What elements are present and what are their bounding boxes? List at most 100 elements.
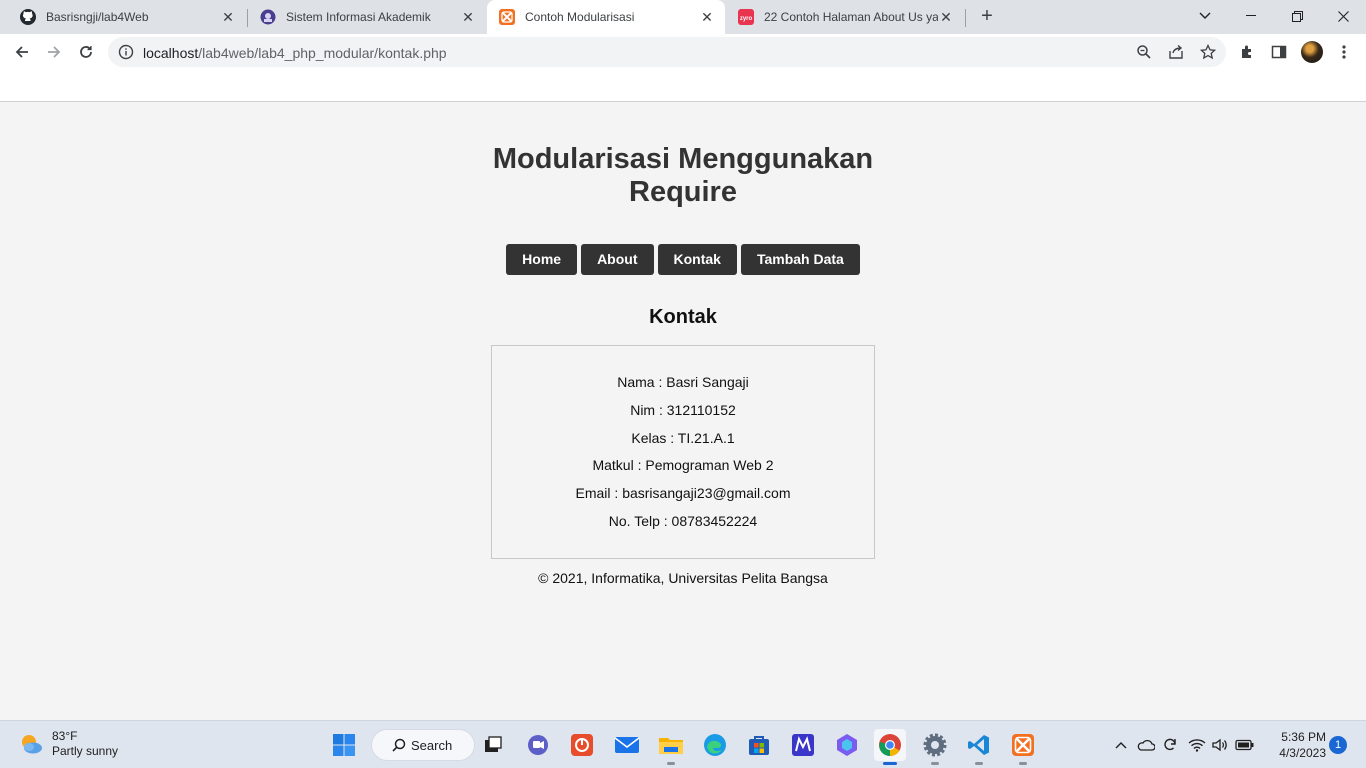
tab-title: 22 Contoh Halaman About Us ya bbox=[764, 10, 938, 24]
task-view-button[interactable] bbox=[477, 729, 509, 761]
notification-badge[interactable]: 1 bbox=[1329, 736, 1347, 754]
running-indicator bbox=[883, 762, 897, 765]
menu-home[interactable]: Home bbox=[506, 244, 578, 275]
app-m-icon bbox=[792, 734, 814, 756]
vscode-icon bbox=[968, 735, 989, 755]
extensions-icon[interactable] bbox=[1237, 42, 1257, 62]
search-label: Search bbox=[411, 737, 453, 753]
taskbar-app-red[interactable] bbox=[566, 729, 598, 761]
info-icon[interactable] bbox=[118, 44, 134, 60]
tab-github[interactable]: Basrisngji/lab4Web ✕ bbox=[8, 0, 246, 34]
hexagon-app-icon bbox=[837, 734, 857, 756]
page-title: Modularisasi Menggunakan Require bbox=[492, 143, 874, 208]
sync-icon bbox=[1164, 738, 1176, 751]
tab-siakad[interactable]: Sistem Informasi Akademik ✕ bbox=[248, 0, 486, 34]
forward-button[interactable] bbox=[40, 38, 68, 66]
tray-onedrive[interactable] bbox=[1136, 735, 1156, 755]
bookmark-bar-area bbox=[0, 70, 1366, 102]
taskbar-app-purple[interactable] bbox=[787, 729, 819, 761]
taskbar-copilot[interactable] bbox=[831, 729, 863, 761]
more-menu-icon[interactable] bbox=[1334, 42, 1354, 62]
browser-toolbar: localhost/lab4web/lab4_php_modular/konta… bbox=[0, 34, 1366, 70]
search-icon bbox=[392, 738, 406, 752]
main-menu: Home About Kontak Tambah Data bbox=[0, 244, 1366, 275]
side-panel-icon[interactable] bbox=[1269, 42, 1289, 62]
xampp-icon bbox=[499, 9, 515, 25]
tab-zyro[interactable]: zyro 22 Contoh Halaman About Us ya ✕ bbox=[726, 0, 964, 34]
chevron-up-icon bbox=[1115, 742, 1127, 749]
running-indicator bbox=[667, 762, 675, 765]
clock-time: 5:36 PM bbox=[1281, 730, 1326, 744]
address-bar[interactable]: localhost/lab4web/lab4_php_modular/konta… bbox=[108, 37, 1226, 67]
star-icon[interactable] bbox=[1200, 44, 1216, 60]
partly-sunny-icon bbox=[22, 735, 42, 754]
close-icon[interactable]: ✕ bbox=[460, 9, 476, 25]
page-content: Modularisasi Menggunakan Require Home Ab… bbox=[0, 103, 1366, 720]
minimize-icon bbox=[1246, 15, 1256, 16]
zyro-icon: zyro bbox=[738, 9, 754, 25]
taskbar-file-explorer[interactable] bbox=[655, 729, 687, 765]
restore-button[interactable] bbox=[1274, 0, 1320, 32]
taskbar-search[interactable]: Search bbox=[371, 729, 475, 761]
weather-widget[interactable]: 83°F Partly sunny bbox=[18, 729, 118, 759]
start-button[interactable] bbox=[328, 729, 360, 761]
tray-overflow-button[interactable] bbox=[1111, 735, 1131, 755]
minimize-button[interactable] bbox=[1228, 0, 1274, 32]
wifi-icon bbox=[1188, 739, 1206, 752]
tab-title: Basrisngji/lab4Web bbox=[46, 10, 149, 24]
close-icon[interactable]: ✕ bbox=[938, 9, 954, 25]
close-icon[interactable]: ✕ bbox=[220, 9, 236, 25]
chevron-down-icon bbox=[1199, 12, 1211, 19]
taskbar-mail[interactable] bbox=[611, 729, 643, 761]
contact-nama: Nama : Basri Sangaji bbox=[617, 374, 749, 390]
zoom-icon[interactable] bbox=[1136, 44, 1152, 60]
menu-kontak[interactable]: Kontak bbox=[657, 244, 737, 275]
running-indicator bbox=[931, 762, 939, 765]
tab-separator bbox=[965, 9, 966, 27]
back-button[interactable] bbox=[8, 38, 36, 66]
taskbar-edge[interactable] bbox=[699, 729, 731, 761]
taskbar-settings[interactable] bbox=[919, 729, 951, 765]
taskbar-chrome[interactable] bbox=[874, 729, 906, 765]
restore-icon bbox=[1291, 10, 1303, 22]
system-clock[interactable]: 5:36 PM 4/3/2023 bbox=[1266, 729, 1326, 761]
new-tab-button[interactable]: + bbox=[976, 6, 998, 28]
running-indicator bbox=[975, 762, 983, 765]
windows-taskbar: 83°F Partly sunny Search 5:36 PM 4/3/202… bbox=[0, 720, 1366, 768]
section-title: Kontak bbox=[649, 306, 717, 328]
speaker-icon bbox=[1212, 738, 1227, 752]
tab-title: Sistem Informasi Akademik bbox=[286, 10, 431, 24]
reload-icon bbox=[80, 46, 92, 58]
contact-telp: No. Telp : 08783452224 bbox=[608, 512, 758, 529]
contact-box: Nama : Basri Sangaji Nim : 312110152 Kel… bbox=[491, 345, 875, 559]
profile-avatar[interactable] bbox=[1301, 41, 1323, 63]
url-path: /lab4web/lab4_php_modular/kontak.php bbox=[198, 45, 447, 61]
menu-tambah-data[interactable]: Tambah Data bbox=[740, 244, 860, 275]
taskbar-store[interactable] bbox=[743, 729, 775, 761]
task-view-icon bbox=[485, 736, 502, 752]
weather-desc: Partly sunny bbox=[52, 744, 119, 758]
tray-battery[interactable] bbox=[1235, 735, 1255, 755]
close-icon bbox=[1337, 10, 1349, 22]
tray-sync[interactable] bbox=[1160, 735, 1180, 755]
close-icon[interactable]: ✕ bbox=[699, 9, 715, 25]
tray-wifi[interactable] bbox=[1187, 735, 1207, 755]
tab-contoh-modularisasi[interactable]: Contoh Modularisasi ✕ bbox=[487, 0, 725, 34]
arrow-left-icon bbox=[15, 46, 28, 58]
store-icon bbox=[749, 736, 769, 755]
reload-button[interactable] bbox=[72, 38, 100, 66]
contact-matkul: Matkul : Pemograman Web 2 bbox=[592, 457, 774, 474]
close-window-button[interactable] bbox=[1320, 0, 1366, 32]
running-indicator bbox=[1019, 762, 1027, 765]
menu-about[interactable]: About bbox=[581, 244, 654, 275]
share-icon[interactable] bbox=[1168, 44, 1184, 60]
folder-icon bbox=[659, 738, 683, 754]
clock-date: 4/3/2023 bbox=[1279, 746, 1326, 760]
taskbar-xampp[interactable] bbox=[1007, 729, 1039, 765]
chrome-icon bbox=[879, 734, 901, 756]
taskbar-vscode[interactable] bbox=[963, 729, 995, 765]
tray-volume[interactable] bbox=[1210, 735, 1230, 755]
tab-search-button[interactable] bbox=[1182, 0, 1228, 32]
edge-icon bbox=[704, 734, 726, 756]
taskbar-chat[interactable] bbox=[522, 729, 554, 761]
